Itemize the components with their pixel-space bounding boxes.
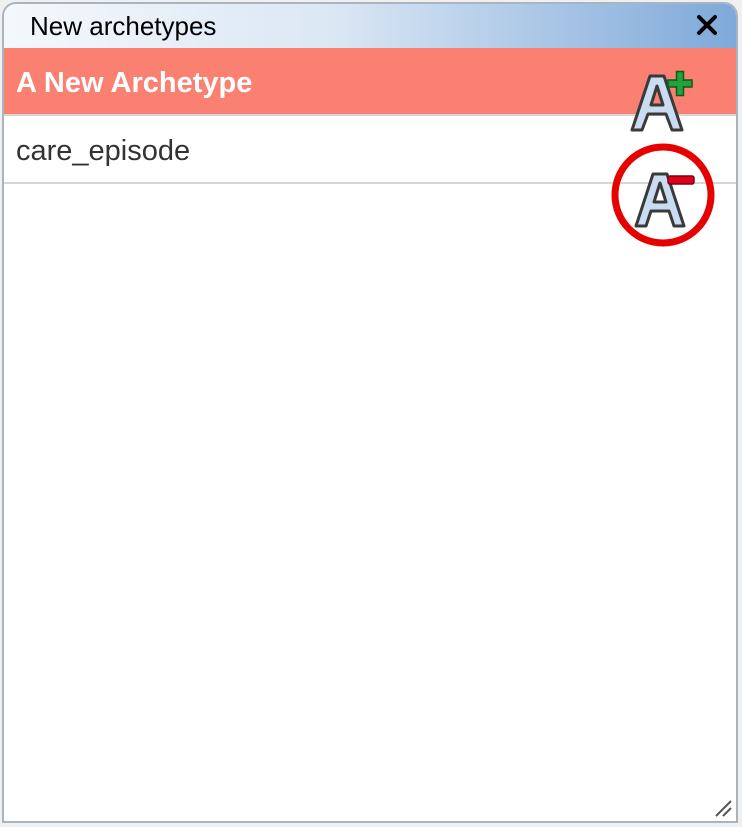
remove-archetype-icon[interactable] — [610, 142, 716, 248]
list-item-label: care_episode — [16, 135, 191, 167]
title-bar[interactable]: New archetypes — [4, 4, 736, 49]
add-archetype-icon[interactable] — [622, 64, 696, 138]
close-icon — [697, 15, 717, 35]
new-archetypes-window: New archetypes A New Archetype care_epis… — [2, 2, 738, 823]
window-title: New archetypes — [30, 11, 217, 41]
close-button[interactable] — [692, 10, 722, 40]
resize-grip-icon[interactable] — [710, 795, 732, 817]
list-item-label: A New Archetype — [16, 67, 253, 99]
